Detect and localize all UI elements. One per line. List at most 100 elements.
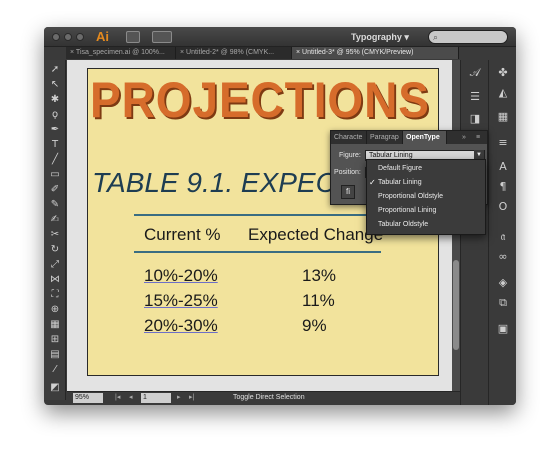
paintbrush-tool-icon[interactable]: ✐ (49, 184, 61, 196)
close-icon[interactable]: × (296, 49, 300, 56)
tab-label: Tisa_specimen.ai @ 100%... (75, 49, 165, 56)
search-icon: ⌕ (433, 32, 439, 42)
workspace-switcher[interactable]: Typography ▾ (351, 30, 427, 44)
minimize-window-button[interactable] (64, 33, 72, 41)
paragraph-icon[interactable]: ¶ (496, 180, 510, 194)
menu-item-tabular-oldstyle[interactable]: Tabular Oldstyle (367, 218, 485, 232)
tab-document[interactable]: × Tisa_specimen.ai @ 100%... (66, 47, 176, 59)
tab-paragraph[interactable]: Paragrap (367, 131, 403, 144)
artboards-icon[interactable]: ⧉ (496, 296, 510, 310)
table-cell-current: 20%-30% (144, 316, 218, 335)
figure-dropdown-menu: Default Figure ✓ Tabular Lining Proportio… (366, 159, 486, 235)
magic-wand-tool-icon[interactable]: ✱ (49, 94, 61, 106)
panel-dock: ✤ ◭ ▦ ≡ A ¶ O 𝔞 ∞ ◈ ⧉ ▣ (488, 60, 516, 405)
tab-character[interactable]: Characte (331, 131, 367, 144)
swatches-icon[interactable]: ▦ (496, 110, 510, 124)
table-top-rule (134, 214, 381, 216)
last-artboard-icon[interactable]: ▸| (189, 393, 194, 403)
bridge-icon[interactable] (126, 31, 140, 43)
arrange-documents-icon[interactable] (152, 31, 172, 43)
blob-brush-tool-icon[interactable]: ✍ (49, 214, 61, 226)
document-tabs: × Tisa_specimen.ai @ 100%... × Untitled-… (66, 47, 459, 59)
collapse-panel-icon[interactable]: » (459, 131, 473, 144)
table-cell-current: 15%-25% (144, 291, 218, 310)
tab-opentype[interactable]: OpenType (403, 131, 447, 144)
menu-item-proportional-oldstyle[interactable]: Proportional Oldstyle (367, 190, 485, 204)
character-icon[interactable]: A (496, 160, 510, 174)
stroke-icon[interactable]: ≡ (496, 136, 510, 150)
pen-tool-icon[interactable]: ✒ (49, 124, 61, 136)
panel-menu-icon[interactable]: ≡ (473, 131, 487, 144)
width-tool-icon[interactable]: ⋈ (49, 274, 61, 286)
rectangle-tool-icon[interactable]: ▭ (49, 169, 61, 181)
table-cell-change: 13% (302, 266, 337, 285)
appearance-icon[interactable]: ◭ (496, 86, 510, 100)
direct-selection-tool-icon[interactable]: ↖ (49, 79, 61, 91)
panel-tabs: Characte Paragrap OpenType » ≡ (331, 131, 487, 144)
glyphs-icon[interactable]: 𝔞 (496, 230, 510, 244)
export-icon[interactable]: ▣ (496, 322, 510, 336)
fill-stroke-icon[interactable]: ◩ (49, 382, 61, 394)
standard-ligatures-button[interactable]: fi (341, 185, 355, 199)
paragraph-styles-icon[interactable]: ☰ (468, 90, 482, 104)
menu-item-label: Proportional Lining (378, 207, 437, 214)
tab-document-active[interactable]: × Untitled-3* @ 95% (CMYK/Preview) (292, 47, 459, 59)
title-bar: Ai Typography ▾ ⌕ (44, 27, 516, 47)
status-text[interactable]: Toggle Direct Selection (233, 393, 305, 403)
pencil-tool-icon[interactable]: ✎ (49, 199, 61, 211)
next-artboard-icon[interactable]: ▸ (177, 393, 181, 403)
close-icon[interactable]: × (70, 49, 74, 56)
search-input[interactable]: ⌕ (428, 30, 508, 44)
checkmark-icon: ✓ (369, 178, 376, 187)
close-icon[interactable]: × (180, 49, 184, 56)
tab-label: Untitled-2* @ 98% (CMYK... (186, 49, 275, 56)
character-styles-icon[interactable]: 𝒜 (468, 66, 482, 80)
zoom-select[interactable]: 95% (73, 393, 103, 403)
menu-item-label: Proportional Oldstyle (378, 193, 443, 200)
chevron-down-icon: ▾ (401, 32, 409, 42)
type-tool-icon[interactable]: T (49, 139, 61, 151)
figure-label: Figure: (339, 152, 361, 159)
headline-text[interactable]: PROJECTIONS (90, 71, 430, 129)
tools-panel: ➚ ↖ ✱ ϙ ✒ T ╱ ▭ ✐ ✎ ✍ ✂ ↻ ⤢ ⋈ ⛶ ⊕ ▦ ⊞ ▤ … (44, 60, 66, 400)
artboard-number-field[interactable]: 1 (141, 393, 171, 403)
eyedropper-tool-icon[interactable]: ⁄ (49, 364, 61, 376)
close-window-button[interactable] (52, 33, 60, 41)
workspace-label: Typography (351, 32, 402, 42)
menu-item-default-figure[interactable]: Default Figure (367, 162, 485, 176)
scale-tool-icon[interactable]: ⤢ (49, 259, 61, 271)
position-label: Position: (334, 169, 361, 176)
line-tool-icon[interactable]: ╱ (49, 154, 61, 166)
app-logo: Ai (96, 29, 109, 44)
tab-document[interactable]: × Untitled-2* @ 98% (CMYK... (176, 47, 292, 59)
table-header-change: Expected Change (248, 225, 384, 244)
opentype-icon[interactable]: O (496, 200, 510, 214)
opentype-panel-icon[interactable]: ◨ (468, 112, 482, 126)
table-header-rule (134, 251, 381, 253)
menu-item-tabular-lining[interactable]: ✓ Tabular Lining (367, 176, 485, 190)
free-transform-tool-icon[interactable]: ⛶ (49, 289, 61, 301)
zoom-window-button[interactable] (76, 33, 84, 41)
status-bar: 95% |◂ ◂ 1 ▸ ▸| Toggle Direct Selection (67, 391, 460, 403)
perspective-grid-tool-icon[interactable]: ▦ (49, 319, 61, 331)
table-cell-change: 11% (302, 291, 335, 310)
shape-builder-tool-icon[interactable]: ⊕ (49, 304, 61, 316)
table-cell-current: 10%-20% (144, 266, 218, 285)
layers-icon[interactable]: ◈ (496, 276, 510, 290)
menu-item-proportional-lining[interactable]: Proportional Lining (367, 204, 485, 218)
eraser-tool-icon[interactable]: ✂ (49, 229, 61, 241)
mesh-tool-icon[interactable]: ⊞ (49, 334, 61, 346)
menu-item-label: Default Figure (378, 165, 422, 172)
rotate-tool-icon[interactable]: ↻ (49, 244, 61, 256)
scroll-thumb[interactable] (453, 260, 459, 350)
lasso-tool-icon[interactable]: ϙ (49, 109, 61, 121)
selection-tool-icon[interactable]: ➚ (49, 64, 61, 76)
figure-select-value: Tabular Lining (369, 152, 413, 159)
gradient-tool-icon[interactable]: ▤ (49, 349, 61, 361)
table-cell-change: 9% (302, 316, 327, 335)
first-artboard-icon[interactable]: |◂ (115, 393, 120, 403)
color-guide-icon[interactable]: ✤ (496, 66, 510, 80)
previous-artboard-icon[interactable]: ◂ (129, 393, 133, 403)
tab-label: Untitled-3* @ 95% (CMYK/Preview) (302, 49, 414, 56)
links-icon[interactable]: ∞ (496, 250, 510, 264)
